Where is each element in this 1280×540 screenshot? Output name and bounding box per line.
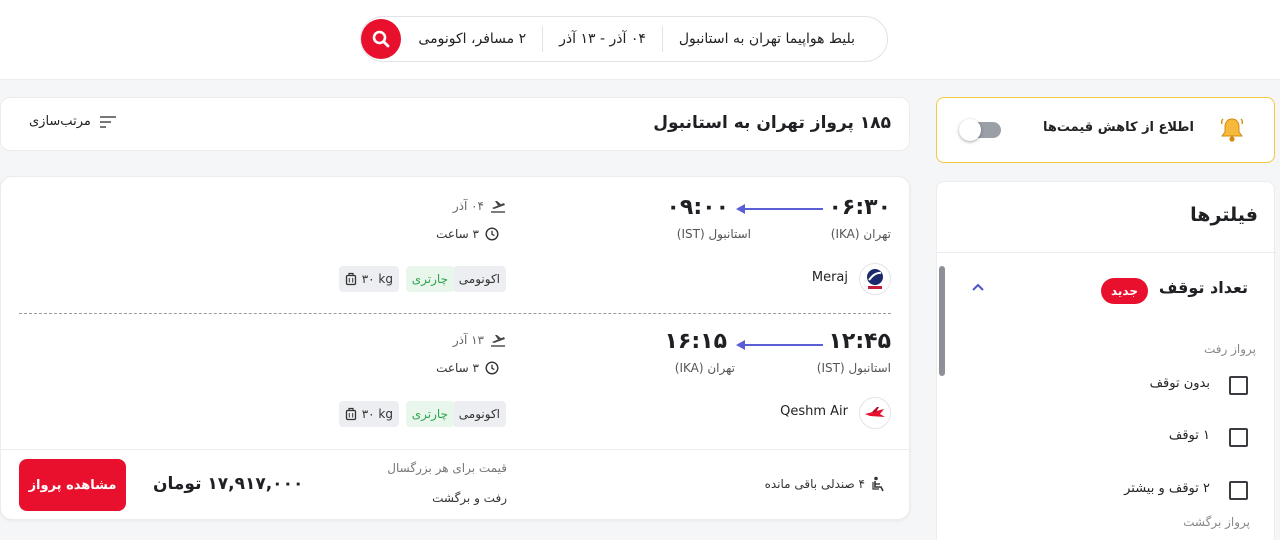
to-airport: استانبول (IST)	[676, 227, 751, 241]
search-icon	[372, 30, 390, 48]
seats-left: ۴ صندلی باقی مانده	[765, 476, 885, 492]
sort-icon	[99, 115, 116, 128]
depart-time: ۱۲:۴۵	[828, 329, 891, 354]
filter-option-one-stop[interactable]: ۱ توقف	[957, 425, 1248, 451]
return-label: پرواز برگشت	[1183, 515, 1250, 529]
filter-divider	[937, 252, 1276, 253]
scroll-thumb[interactable]	[939, 266, 945, 376]
luggage-icon	[345, 272, 356, 286]
stops-section-title[interactable]: تعداد توقف	[1159, 278, 1248, 297]
checkbox[interactable]	[1229, 376, 1248, 395]
route-arrow-head	[736, 204, 745, 214]
charter-tag: چارتری	[405, 266, 454, 292]
sort-label: مرتب‌سازی	[29, 114, 91, 129]
filter-option-label: ۲ توقف و بیشتر	[1124, 481, 1210, 496]
flight-duration: ۳ ساعت	[436, 361, 499, 375]
takeoff-icon	[491, 335, 505, 347]
flight-card[interactable]: ۰۶:۳۰ ۰۹:۰۰ تهران (IKA) استانبول (IST) ۰…	[0, 176, 911, 521]
route-arrow	[743, 344, 823, 346]
arrive-time: ۱۶:۱۵	[664, 329, 727, 354]
bell-icon	[1220, 118, 1244, 142]
depart-time: ۰۶:۳۰	[828, 195, 891, 220]
results-header: ۱۸۵ پرواز تهران به استانبول مرتب‌سازی	[0, 97, 910, 151]
view-flight-button[interactable]: مشاهده پرواز	[19, 459, 126, 511]
results-title: ۱۸۵ پرواز تهران به استانبول	[653, 113, 891, 133]
arrive-time: ۰۹:۰۰	[666, 195, 729, 220]
checkbox[interactable]	[1229, 428, 1248, 447]
leg-separator	[19, 313, 891, 314]
filter-panel: فیلترها تعداد توقف جدید پرواز رفت بدون ت…	[936, 181, 1276, 540]
clock-icon	[485, 361, 499, 375]
takeoff-icon	[491, 201, 505, 213]
cabin-tag: اکونومی	[452, 266, 506, 292]
baggage-tag: ۳۰ kg	[338, 266, 399, 292]
search-passengers[interactable]: ۲ مسافر، اکونومی	[402, 26, 542, 52]
flight-leg-outbound: ۰۶:۳۰ ۰۹:۰۰ تهران (IKA) استانبول (IST) ۰…	[1, 177, 911, 313]
route-arrow-head	[736, 340, 745, 350]
filter-option-label: ۱ توقف	[1168, 428, 1210, 443]
outbound-label: پرواز رفت	[1203, 342, 1256, 356]
price-alert-card: اطلاع از کاهش قیمت‌ها	[936, 97, 1275, 163]
sort-button[interactable]: مرتب‌سازی	[29, 114, 117, 129]
baggage-tag: ۳۰ kg	[338, 401, 399, 427]
luggage-icon	[345, 407, 356, 421]
to-airport: تهران (IKA)	[674, 361, 735, 375]
new-badge: جدید	[1100, 278, 1148, 304]
from-airport: تهران (IKA)	[830, 227, 891, 241]
toggle-knob	[959, 119, 981, 141]
filter-option-label: بدون توقف	[1149, 376, 1210, 391]
qeshm-air-logo	[859, 397, 891, 429]
meraj-logo	[859, 263, 891, 295]
charter-tag: چارتری	[405, 401, 454, 427]
flight-leg-return: ۱۲:۴۵ ۱۶:۱۵ استانبول (IST) تهران (IKA) ۱…	[1, 315, 911, 451]
price-alert-label: اطلاع از کاهش قیمت‌ها	[1043, 120, 1194, 135]
flight-date: ۱۳ آذر	[453, 333, 506, 347]
top-bar: بلیط هواپیما تهران به استانبول ۰۴ آذر - …	[0, 0, 1280, 80]
price-note: قیمت برای هر بزرگسال	[387, 461, 507, 475]
cabin-tag: اکونومی	[452, 401, 506, 427]
trip-type: رفت و برگشت	[432, 491, 507, 505]
checkbox[interactable]	[1229, 481, 1248, 500]
flight-duration: ۳ ساعت	[436, 227, 499, 241]
search-button[interactable]	[361, 19, 401, 59]
route-arrow	[743, 208, 823, 210]
seat-icon	[872, 476, 884, 492]
filter-option-nonstop[interactable]: بدون توقف	[957, 373, 1248, 399]
airline-name: Meraj	[811, 270, 848, 285]
filter-option-two-plus-stops[interactable]: ۲ توقف و بیشتر	[957, 478, 1248, 504]
chevron-up-icon[interactable]	[971, 282, 985, 292]
search-summary[interactable]: بلیط هواپیما تهران به استانبول ۰۴ آذر - …	[360, 16, 888, 62]
search-dates[interactable]: ۰۴ آذر - ۱۳ آذر	[542, 26, 662, 52]
search-route[interactable]: بلیط هواپیما تهران به استانبول	[661, 26, 871, 52]
filter-scrollbar[interactable]	[939, 256, 947, 540]
airline-name: Qeshm Air	[780, 404, 848, 419]
clock-icon	[485, 227, 499, 241]
flight-price: ۱۷,۹۱۷,۰۰۰ تومان	[153, 474, 304, 494]
flight-date: ۰۴ آذر	[453, 199, 506, 213]
filters-title: فیلترها	[1190, 204, 1258, 226]
flight-card-footer: ۴ صندلی باقی مانده قیمت برای هر بزرگسال …	[1, 449, 911, 521]
price-alert-toggle[interactable]	[959, 119, 1001, 141]
from-airport: استانبول (IST)	[816, 361, 891, 375]
